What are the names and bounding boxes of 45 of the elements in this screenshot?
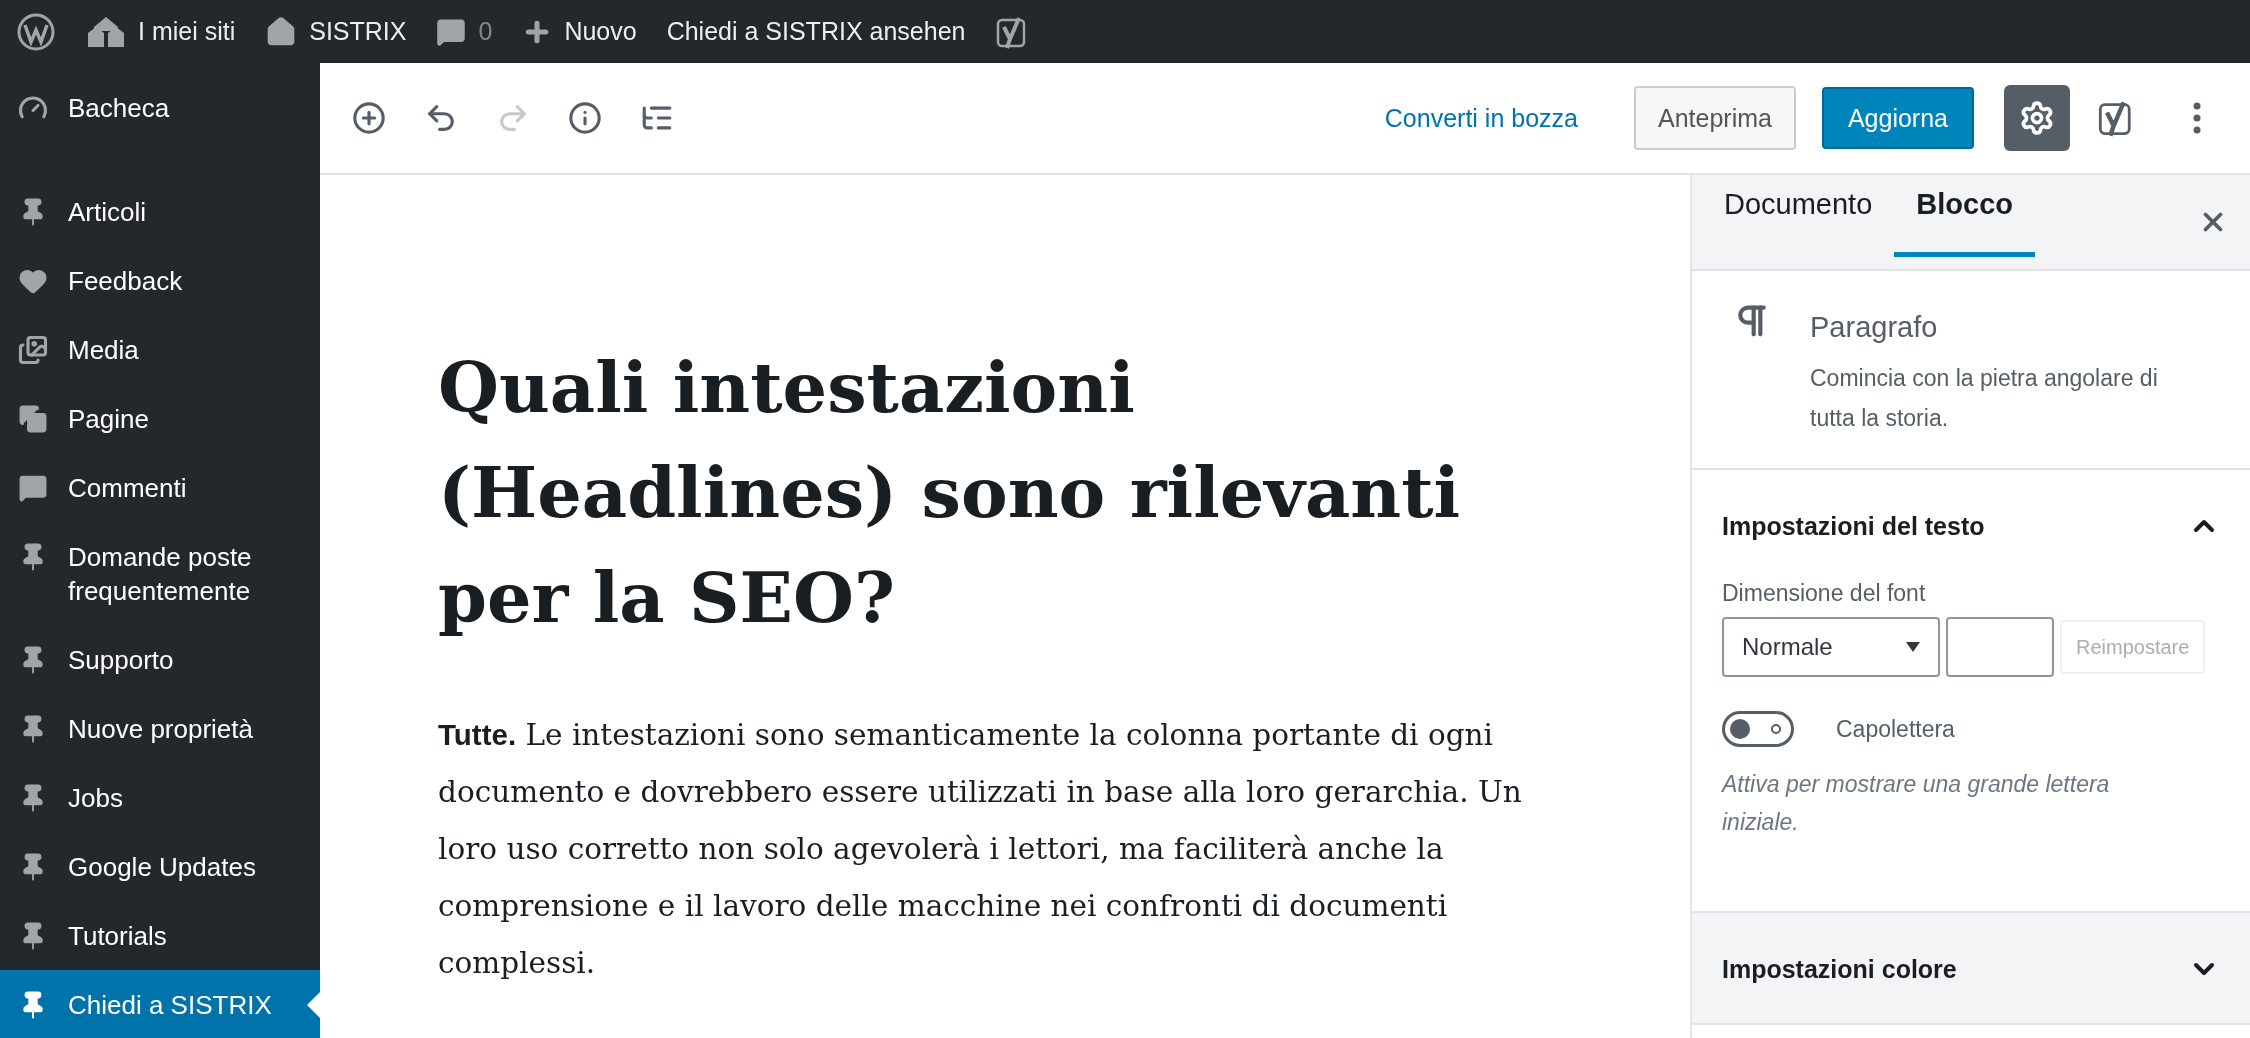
sidebar-tab[interactable]: Documento <box>1702 175 1895 257</box>
sidebar-item[interactable]: Feedback <box>0 246 320 315</box>
font-size-select[interactable]: Normale <box>1722 617 1940 677</box>
more-icon <box>2193 102 2201 134</box>
help-text: Attiva per mostrare una grande lettera iniziale. <box>1722 770 2111 837</box>
settings-icon <box>2019 100 2055 136</box>
info-icon <box>568 101 602 135</box>
comment-icon <box>18 473 48 503</box>
sidebar-item[interactable]: Media <box>0 315 320 384</box>
site-name-link[interactable]: SISTRIX <box>265 15 407 48</box>
sidebar-item[interactable]: Google Updates <box>0 832 320 901</box>
sidebar-item[interactable]: Supporto <box>0 625 320 694</box>
my-sites-link[interactable]: I miei siti <box>86 14 236 49</box>
field-label: Dimensione del font <box>1722 580 1927 607</box>
preview-button[interactable]: Anteprima <box>1633 86 1796 150</box>
block-name: Paragrafo <box>1810 311 1939 344</box>
switch-to-draft-link[interactable]: Converti in bozza <box>1378 102 1584 134</box>
drop-cap-toggle[interactable] <box>1722 711 1794 747</box>
wordpress-logo-icon[interactable] <box>16 11 56 52</box>
settings-button[interactable] <box>2004 85 2070 151</box>
comments-link[interactable]: 0 <box>436 16 493 47</box>
sidebar-item[interactable]: Commenti <box>0 453 320 522</box>
plus-circle-icon <box>352 101 386 135</box>
pages-icon <box>18 404 48 434</box>
media-icon <box>18 335 48 365</box>
dropdown-arrow-icon <box>1906 642 1920 652</box>
paragraph-block[interactable]: Tutte. Le intestazioni sono semanticamente la colonna portante di ogni documento e dovrebbero essere utilizzati in base alla loro gerarchia. Un loro uso corretto non solo agevolerà i lettori, ma faciliterà anche la comprensione e il lavoro delle macchine nei confronti di documenti complessi. <box>438 706 1548 992</box>
custom-size-field[interactable] <box>1946 617 2054 677</box>
sidebar-item[interactable]: Tutorials <box>0 901 320 970</box>
sidebar-item[interactable]: Chiedi a SISTRIX <box>0 970 320 1038</box>
sidebar-item[interactable]: Articoli <box>0 177 320 246</box>
sidebar-item[interactable]: Bacheca <box>0 73 320 177</box>
sidebar-tab[interactable]: Blocco <box>1894 175 2035 257</box>
sidebar-item[interactable]: Domande poste frequentemente <box>0 522 320 625</box>
admin-bar-link[interactable]: Chiedi a SISTRIX ansehen <box>666 17 966 46</box>
update-button[interactable]: Aggiorna <box>1821 87 1974 149</box>
post-title[interactable]: Quali intestazioni (Headlines) sono rilevanti per la SEO? <box>438 335 1518 650</box>
panel-header[interactable]: Impostazioni del testo <box>1722 470 2220 580</box>
new-link[interactable]: Nuovo <box>522 16 637 47</box>
block-description: Comincia con la pietra angolare di tutta la storia. <box>1810 364 2159 433</box>
sidebar-item[interactable]: Nuove proprietà <box>0 694 320 763</box>
houses-icon[interactable] <box>86 14 126 49</box>
toggle-label: Capolettera <box>1836 715 1955 743</box>
sidebar-item[interactable]: Pagine <box>0 384 320 453</box>
sidebar-item[interactable]: Jobs <box>0 763 320 832</box>
